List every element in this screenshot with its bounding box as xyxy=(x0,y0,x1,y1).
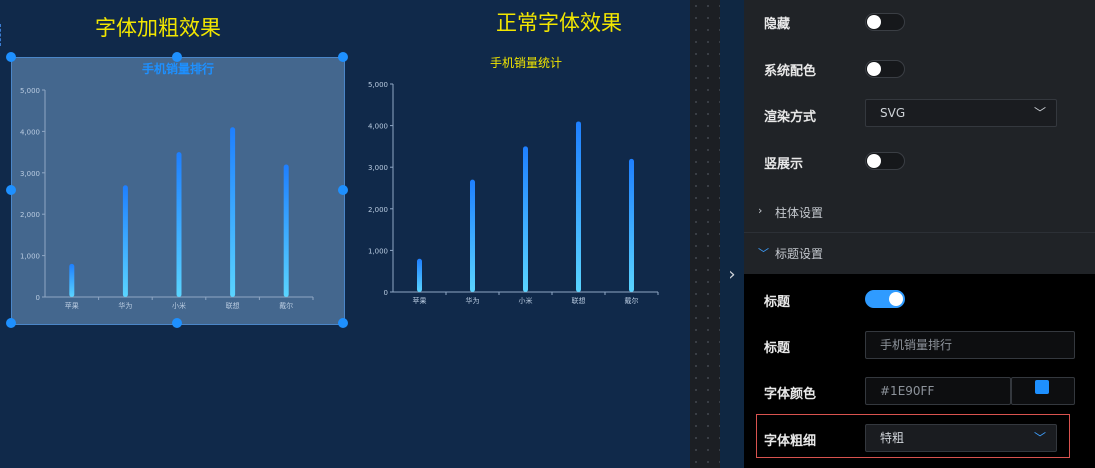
y-tick-label: 0 xyxy=(36,294,40,302)
vertical-label: 竖展示 xyxy=(764,157,804,172)
title-settings-label: 标题设置 xyxy=(775,247,824,261)
system-color-toggle[interactable] xyxy=(865,60,905,78)
panel-divider xyxy=(690,0,720,468)
x-tick-label: 苹果 xyxy=(65,301,79,310)
y-tick-label: 4,000 xyxy=(368,123,388,131)
title-toggle-label: 标题 xyxy=(764,295,791,310)
chevron-down-icon: ﹀ xyxy=(758,247,769,260)
hide-label: 隐藏 xyxy=(764,17,791,32)
chart-title: 手机销量统计 xyxy=(490,56,562,70)
title-settings-section[interactable]: ﹀ 标题设置 xyxy=(744,233,1095,273)
bar xyxy=(283,164,289,297)
resize-handle[interactable] xyxy=(6,185,16,195)
resize-handle[interactable] xyxy=(172,52,182,62)
bar xyxy=(417,258,422,292)
x-tick-label: 小米 xyxy=(519,296,533,305)
resize-handle[interactable] xyxy=(338,318,348,328)
y-tick-label: 3,000 xyxy=(20,170,40,178)
x-tick-label: 苹果 xyxy=(413,296,427,305)
y-tick-label: 5,000 xyxy=(20,87,40,95)
bar xyxy=(230,127,236,297)
color-swatch-icon[interactable] xyxy=(1035,380,1049,394)
bold-demo-title: 字体加粗效果 xyxy=(95,16,221,40)
bar xyxy=(176,152,182,297)
bar-chart-bold: 手机销量排行 0 1,000 2,000 3,000 4,000 5,000 苹果 华为 小米 联想… xyxy=(20,61,314,310)
resize-handle[interactable] xyxy=(338,52,348,62)
font-color-label: 字体颜色 xyxy=(764,387,817,402)
bar-chart-normal: 手机销量统计 0 1,000 2,000 3,000 4,000 5,000 苹果 华为 小米 联想… xyxy=(368,56,659,305)
chart-widget-bold[interactable]: 手机销量排行 0 1,000 2,000 3,000 4,000 5,000 苹果 华为 小米 联想… xyxy=(11,57,345,325)
y-tick-label: 0 xyxy=(384,289,388,297)
hide-toggle[interactable] xyxy=(865,13,905,31)
resize-handle[interactable] xyxy=(6,318,16,328)
bar xyxy=(576,121,581,292)
resize-handle[interactable] xyxy=(338,185,348,195)
y-tick-label: 3,000 xyxy=(368,164,388,172)
font-color-input[interactable]: #1E90FF xyxy=(865,377,1011,405)
bar xyxy=(629,158,634,292)
chart-widget-normal[interactable]: 手机销量统计 0 1,000 2,000 3,000 4,000 5,000 苹果 华为 小米 联想… xyxy=(360,50,670,312)
y-tick-label: 2,000 xyxy=(368,206,388,214)
chevron-right-icon: › xyxy=(758,204,763,217)
title-input-label: 标题 xyxy=(764,341,791,356)
bar xyxy=(69,263,75,297)
system-color-label: 系统配色 xyxy=(764,64,817,79)
bar xyxy=(122,185,128,297)
x-tick-label: 联想 xyxy=(226,301,240,310)
x-tick-label: 联想 xyxy=(572,296,586,305)
bar-settings-label: 柱体设置 xyxy=(775,206,824,220)
x-tick-label: 小米 xyxy=(172,301,186,310)
toggle-knob xyxy=(867,62,881,76)
x-tick-label: 华为 xyxy=(118,301,132,310)
bar-settings-section[interactable]: › 柱体设置 xyxy=(744,192,1095,233)
normal-demo-title: 正常字体效果 xyxy=(496,11,622,35)
vertical-toggle[interactable] xyxy=(865,152,905,170)
bar xyxy=(523,146,528,292)
title-toggle[interactable] xyxy=(865,290,905,308)
toggle-knob xyxy=(867,15,881,29)
render-select-value: SVG xyxy=(880,106,906,120)
x-tick-label: 华为 xyxy=(466,296,480,305)
toggle-knob xyxy=(889,292,903,306)
y-tick-label: 1,000 xyxy=(20,253,40,261)
y-tick-label: 1,000 xyxy=(368,247,388,255)
resize-handle[interactable] xyxy=(172,318,182,328)
bar xyxy=(470,179,475,292)
chart-title: 手机销量排行 xyxy=(142,61,214,76)
y-tick-label: 5,000 xyxy=(368,81,388,89)
resize-handle[interactable] xyxy=(6,52,16,62)
x-tick-label: 戴尔 xyxy=(279,301,293,310)
guide-line xyxy=(0,24,3,46)
y-tick-label: 2,000 xyxy=(20,211,40,219)
settings-panel: 隐藏 系统配色 渲染方式 SVG ﹀ 竖展示 › 柱体设置 ﹀ 标题设置 标题 … xyxy=(744,0,1095,468)
y-tick-label: 4,000 xyxy=(20,128,40,136)
highlight-box xyxy=(756,414,1070,458)
render-select[interactable]: SVG ﹀ xyxy=(865,99,1057,127)
canvas-area: 字体加粗效果 正常字体效果 手机销量排行 0 1,000 2,000 3,000 4,00… xyxy=(0,0,690,468)
chevron-right-icon[interactable]: › xyxy=(720,260,744,290)
title-input[interactable]: 手机销量排行 xyxy=(865,331,1075,359)
chevron-down-icon: ﹀ xyxy=(1033,106,1046,120)
x-tick-label: 戴尔 xyxy=(625,296,639,305)
render-label: 渲染方式 xyxy=(764,110,817,125)
toggle-knob xyxy=(867,154,881,168)
